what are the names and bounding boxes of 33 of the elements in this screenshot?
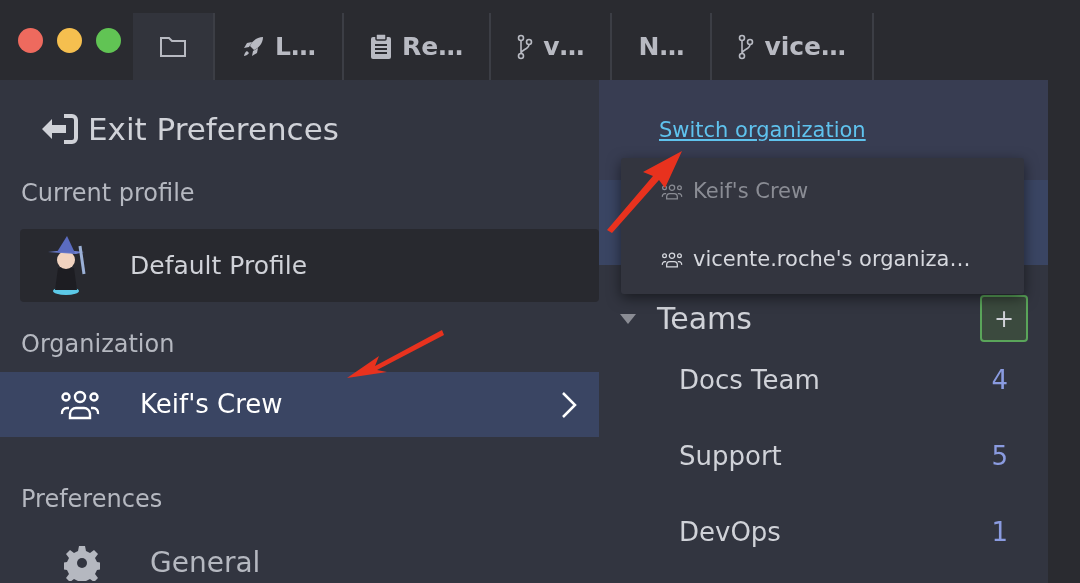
add-team-button[interactable]: + xyxy=(980,295,1028,342)
preferences-item[interactable]: General xyxy=(0,543,599,583)
window-tab[interactable] xyxy=(133,13,215,80)
menu-item[interactable]: vicente.roche's organiza… xyxy=(621,226,1024,294)
member-count: 5 xyxy=(991,439,1008,473)
minimize-button[interactable] xyxy=(57,27,82,53)
profile-selector[interactable]: Default Profile xyxy=(20,228,599,303)
team-icon xyxy=(661,184,683,200)
exit-preferences-button[interactable]: Exit Preferences xyxy=(0,80,339,153)
profile-name: Default Profile xyxy=(130,249,308,282)
switch-organization-link[interactable]: Switch organization xyxy=(659,118,866,142)
section-title: Teams xyxy=(657,300,752,338)
section-heading: Current profile xyxy=(21,177,195,209)
section-heading: Organization xyxy=(21,329,175,361)
clipboard-icon xyxy=(369,33,392,60)
team-icon xyxy=(661,252,683,268)
organization-item[interactable]: Keif's Crew xyxy=(0,372,599,437)
organization-name: Keif's Crew xyxy=(140,388,283,422)
chevron-right-icon xyxy=(561,390,577,419)
zoom-button[interactable] xyxy=(96,27,121,53)
team-name: Support xyxy=(679,439,782,473)
rocket-icon xyxy=(241,34,265,59)
team-icon xyxy=(60,389,100,420)
folder-icon xyxy=(159,34,187,59)
branch-icon xyxy=(517,33,534,60)
team-name: Docs Team xyxy=(679,363,820,397)
member-count: 4 xyxy=(991,363,1008,397)
team-name: DevOps xyxy=(679,515,781,549)
exit-icon xyxy=(40,113,80,146)
branch-icon xyxy=(738,33,755,60)
close-button[interactable] xyxy=(18,27,43,53)
section-heading: Preferences xyxy=(21,484,163,515)
member-count: 1 xyxy=(991,515,1008,549)
